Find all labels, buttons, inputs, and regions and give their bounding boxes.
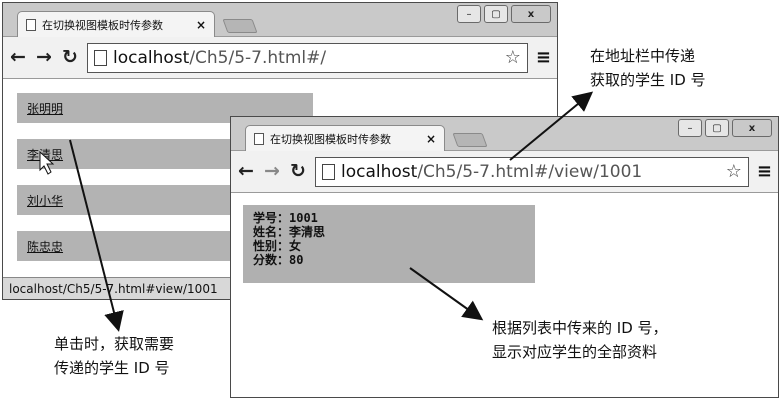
annotation-arrows (39, 91, 594, 332)
cursor-icon (39, 150, 55, 175)
arrow-from-list (69, 139, 124, 332)
arrow-to-address (509, 91, 594, 161)
arrow-to-detail (409, 267, 484, 321)
